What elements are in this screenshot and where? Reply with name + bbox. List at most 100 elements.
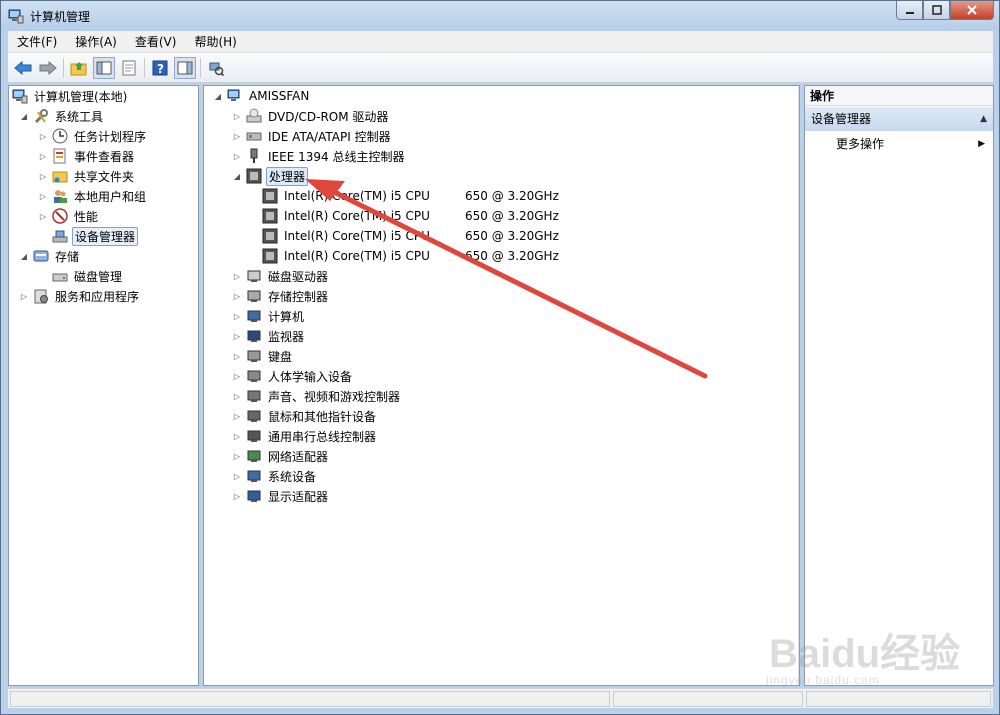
device-category[interactable]: ▷ 存储控制器 (232, 286, 330, 306)
back-button[interactable] (12, 57, 34, 79)
tree-root[interactable]: 计算机管理(本地) (12, 86, 129, 106)
expand-arrow-icon[interactable]: ▷ (38, 131, 48, 141)
expand-arrow-icon[interactable]: ▷ (38, 211, 48, 221)
device-category-processor[interactable]: ◢ 处理器 (232, 166, 309, 186)
device-tree-root-label: AMISSFAN (249, 89, 310, 103)
expand-arrow-icon[interactable]: ▷ (232, 351, 242, 361)
maximize-button[interactable] (923, 1, 950, 20)
tree-item-local-users[interactable]: ▷ 本地用户和组 (38, 186, 148, 206)
expand-arrow-icon[interactable]: ▷ (232, 311, 242, 321)
expand-arrow-icon[interactable]: ▷ (232, 331, 242, 341)
cpu-item[interactable]: Intel(R) Core(TM) i5 CPU 650 @ 3.20GHz (262, 206, 559, 226)
forward-button[interactable] (37, 57, 59, 79)
scan-hardware-button[interactable] (205, 57, 227, 79)
collapse-arrow-icon[interactable]: ◢ (232, 171, 242, 181)
device-category[interactable]: ▷ 系统设备 (232, 466, 318, 486)
collapse-up-icon[interactable]: ▲ (980, 107, 987, 131)
tree-item-services[interactable]: ▷ 服务和应用程序 (19, 286, 141, 306)
expand-arrow-icon[interactable]: ▷ (232, 111, 242, 121)
show-action-pane-button[interactable] (174, 56, 196, 79)
up-level-button[interactable] (68, 57, 90, 79)
computer-management-window: 计算机管理 文件(F) 操作(A) 查看(V) 帮助(H) ? 计算机管理(本地… (0, 0, 1000, 715)
pane-divider (798, 86, 799, 685)
expand-arrow-icon[interactable]: ▷ (19, 291, 29, 301)
device-category[interactable]: ▷ 计算机 (232, 306, 306, 326)
more-actions-item[interactable]: 更多操作 ▶ (805, 133, 993, 155)
tree-item-event-viewer[interactable]: ▷ 事件查看器 (38, 146, 136, 166)
tree-label: 系统工具 (55, 109, 104, 124)
export-list-button[interactable] (118, 57, 140, 79)
device-category-icon (246, 308, 262, 324)
tree-item-shared-folders[interactable]: ▷ 共享文件夹 (38, 166, 136, 186)
tree-item-system-tools[interactable]: ◢ 系统工具 (19, 106, 105, 126)
tree-root-label: 计算机管理(本地) (34, 89, 128, 104)
tools-icon (33, 108, 49, 124)
device-category[interactable]: ▷ DVD/CD-ROM 驱动器 (232, 106, 390, 126)
cpu-item[interactable]: Intel(R) Core(TM) i5 CPU 650 @ 3.20GHz (262, 226, 559, 246)
ide-controller-icon (246, 128, 262, 144)
close-button[interactable] (950, 1, 994, 20)
expand-arrow-icon[interactable]: ▷ (232, 131, 242, 141)
action-section-device-manager[interactable]: 设备管理器 ▲ (805, 107, 993, 131)
toolbar: ? (8, 53, 993, 83)
minimize-button[interactable] (896, 1, 923, 20)
device-tree-root[interactable]: ◢ AMISSFAN (213, 86, 311, 106)
tree-item-disk-management[interactable]: 磁盘管理 (52, 266, 124, 286)
help-button[interactable]: ? (149, 57, 171, 79)
expand-arrow-icon[interactable]: ▷ (232, 431, 242, 441)
device-category-icon (246, 368, 262, 384)
expand-arrow-icon[interactable]: ▷ (232, 411, 242, 421)
collapse-arrow-icon[interactable]: ◢ (213, 91, 223, 101)
device-category[interactable]: ▷ 人体学输入设备 (232, 366, 354, 386)
device-category[interactable]: ▷ IDE ATA/ATAPI 控制器 (232, 126, 393, 146)
expand-arrow-icon[interactable]: ▷ (232, 291, 242, 301)
menu-action[interactable]: 操作(A) (66, 31, 126, 53)
menu-file[interactable]: 文件(F) (8, 31, 66, 53)
tree-label: 共享文件夹 (74, 169, 135, 184)
menu-view[interactable]: 查看(V) (126, 31, 186, 53)
tree-item-device-manager[interactable]: 设备管理器 (52, 226, 139, 246)
cpu-item[interactable]: Intel(R) Core(TM) i5 CPU 650 @ 3.20GHz (262, 186, 559, 206)
device-category[interactable]: ▷ 磁盘驱动器 (232, 266, 330, 286)
scan-hardware-icon (209, 62, 224, 76)
status-cell (10, 691, 610, 707)
device-category-icon (246, 448, 262, 464)
close-icon (967, 5, 977, 15)
menu-help[interactable]: 帮助(H) (185, 31, 245, 53)
device-category[interactable]: ▷ 显示适配器 (232, 486, 330, 506)
device-category[interactable]: ▷ 网络适配器 (232, 446, 330, 466)
processor-icon (262, 208, 278, 224)
expand-arrow-icon[interactable]: ▷ (38, 151, 48, 161)
device-tree-pane: ◢ AMISSFAN ▷ DVD/CD-ROM 驱动器 ▷ IDE ATA/AT… (203, 85, 800, 686)
cpu-model: 650 @ 3.20GHz (465, 229, 559, 243)
expand-arrow-icon[interactable]: ▷ (232, 151, 242, 161)
expand-arrow-icon[interactable]: ▷ (232, 391, 242, 401)
expand-arrow-icon[interactable]: ▷ (232, 471, 242, 481)
expand-arrow-icon[interactable]: ▷ (232, 451, 242, 461)
device-category-icon (246, 288, 262, 304)
cpu-item[interactable]: Intel(R) Core(TM) i5 CPU 650 @ 3.20GHz (262, 246, 559, 266)
submenu-arrow-icon: ▶ (978, 139, 985, 149)
device-category[interactable]: ▷ 声音、视频和游戏控制器 (232, 386, 402, 406)
performance-icon (52, 208, 68, 224)
expand-arrow-icon[interactable]: ▷ (232, 491, 242, 501)
expand-arrow-icon[interactable]: ▷ (38, 171, 48, 181)
device-category[interactable]: ▷ 键盘 (232, 346, 294, 366)
expand-arrow-icon[interactable]: ▷ (232, 371, 242, 381)
toolbar-separator (144, 57, 145, 78)
device-category[interactable]: ▷ 监视器 (232, 326, 306, 346)
tree-item-storage[interactable]: ◢ 存储 (19, 246, 81, 266)
device-category[interactable]: ▷ 鼠标和其他指针设备 (232, 406, 378, 426)
processor-icon (262, 188, 278, 204)
watermark-brand: Baidu经验 (769, 632, 961, 676)
device-category[interactable]: ▷ IEEE 1394 总线主控制器 (232, 146, 406, 166)
collapse-arrow-icon[interactable]: ◢ (19, 251, 29, 261)
expand-arrow-icon[interactable]: ▷ (38, 191, 48, 201)
show-hide-tree-button[interactable] (93, 56, 115, 79)
tree-item-performance[interactable]: ▷ 性能 (38, 206, 100, 226)
tree-item-task-scheduler[interactable]: ▷ 任务计划程序 (38, 126, 148, 146)
computer-management-icon (12, 88, 28, 104)
device-category[interactable]: ▷ 通用串行总线控制器 (232, 426, 378, 446)
expand-arrow-icon[interactable]: ▷ (232, 271, 242, 281)
collapse-arrow-icon[interactable]: ◢ (19, 111, 29, 121)
